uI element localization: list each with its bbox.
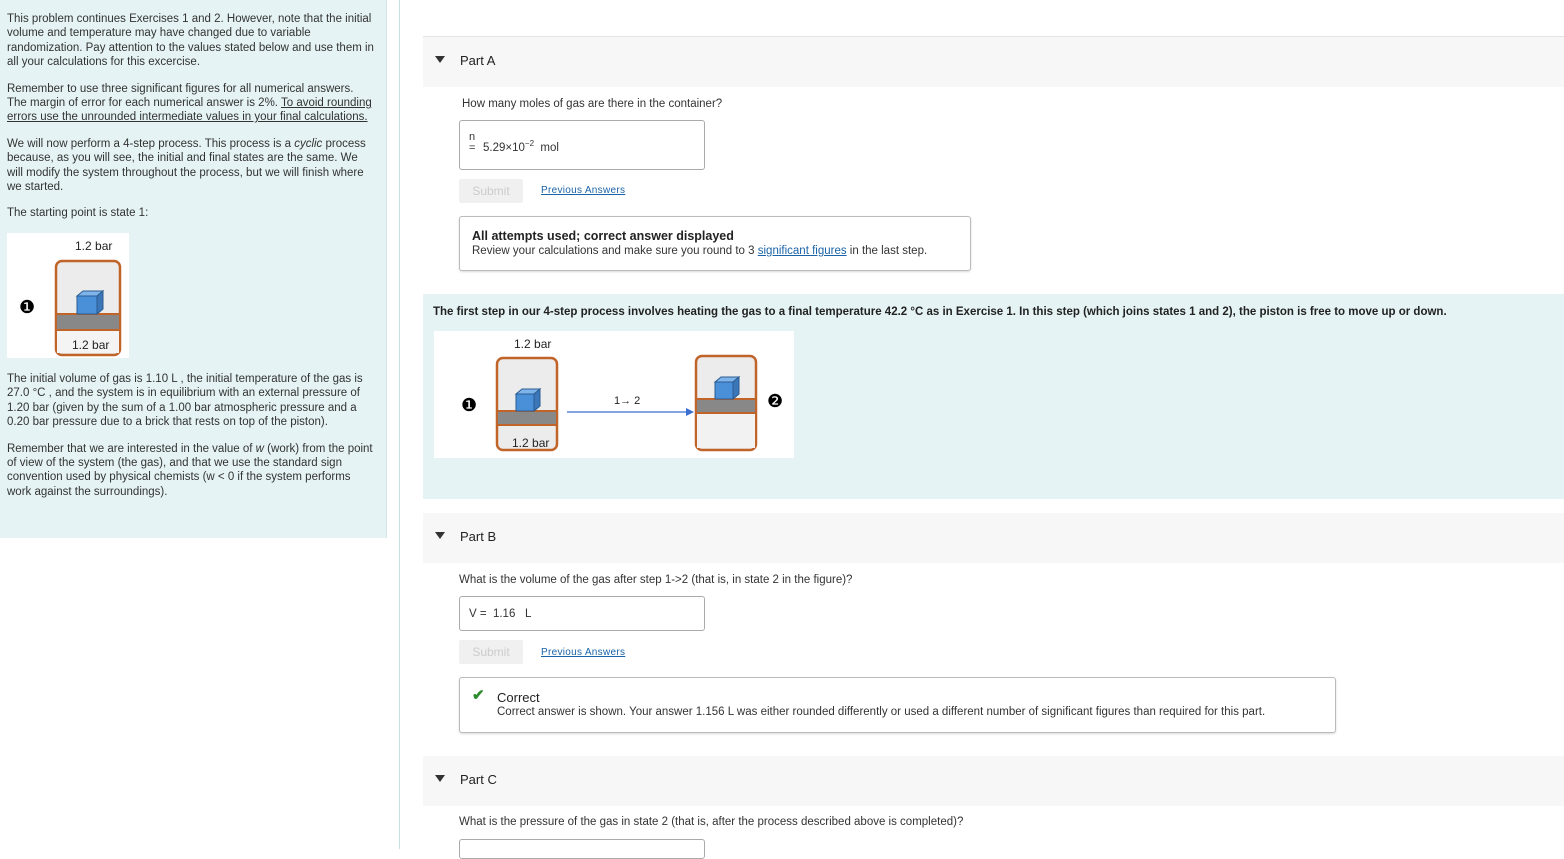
- answer-variable: n =: [469, 132, 475, 154]
- step-figure: 1.2 bar 1.2 bar 1→ 2 ❶ ❷: [434, 331, 794, 458]
- brick-state1: [515, 393, 535, 412]
- starting-point-text: The starting point is state 1:: [7, 207, 149, 220]
- intro-paragraph: This problem continues Exercises 1 and 2…: [7, 13, 374, 69]
- piston: [57, 313, 119, 330]
- collapse-icon: [435, 532, 445, 539]
- feedback-title: Correct: [497, 690, 540, 705]
- part-b-question: What is the volume of the gas after step…: [459, 574, 853, 586]
- top-pressure-label: 1.2 bar: [514, 337, 551, 351]
- check-icon: ✔: [472, 687, 485, 704]
- cyclic-word: cyclic: [294, 137, 323, 150]
- process-diagram: 1.2 bar 1.2 bar 1→ 2: [495, 337, 758, 452]
- work-symbol: w: [255, 442, 264, 455]
- part-a-title: Part A: [460, 53, 496, 68]
- feedback-body: Correct answer is shown. Your answer 1.1…: [497, 706, 1266, 718]
- part-b-title: Part B: [460, 529, 497, 544]
- part-c-header[interactable]: Part C: [423, 756, 1564, 806]
- initial-conditions-paragraph: The initial volume of gas is 1.10 L , th…: [7, 372, 363, 429]
- sig-fig-paragraph: Remember to use three significant figure…: [7, 82, 374, 125]
- part-c-answer-field[interactable]: [459, 839, 705, 859]
- answer-value: V = 1.16 L: [469, 608, 532, 620]
- part-a-answer-field[interactable]: n = 5.29×10−2 mol: [459, 120, 705, 170]
- part-c-title: Part C: [460, 772, 497, 787]
- state1-figure: 1.2 bar 1.2 bar ❶: [7, 232, 129, 358]
- piston-state2: [697, 399, 755, 413]
- equals-sign: =: [469, 142, 476, 154]
- part-a-question: How many moles of gas are there in the c…: [462, 98, 723, 110]
- panel-divider: [399, 0, 400, 849]
- problem-intro-panel: This problem continues Exercises 1 and 2…: [0, 0, 387, 538]
- cyclic-text-a: We will now perform a 4-step process. Th…: [7, 137, 295, 150]
- feedback-text-a: Review your calculations and make sure y…: [472, 245, 758, 257]
- work-sign-paragraph: Remember that we are interested in the v…: [7, 442, 374, 500]
- answer-value: 5.29×10−2 mol: [483, 139, 559, 154]
- piston-state1: [498, 411, 556, 425]
- piston-cylinder-diagram: 1.2 bar 1.2 bar: [54, 239, 122, 357]
- part-c-question: What is the pressure of the gas in state…: [459, 816, 964, 828]
- cyclic-paragraph: We will now perform a 4-step process. Th…: [7, 137, 374, 195]
- part-a-header[interactable]: Part A: [423, 37, 1564, 87]
- state1-marker: ❶: [461, 395, 478, 415]
- value-unit: mol: [540, 141, 559, 154]
- sig-figs-link[interactable]: significant figures: [758, 245, 847, 257]
- collapse-icon: [435, 775, 445, 782]
- top-pressure-label: 1.2 bar: [75, 239, 112, 253]
- work-text-a: Remember that we are interested in the v…: [7, 442, 256, 455]
- step-label: 1→ 2: [614, 395, 640, 407]
- brick: [76, 295, 98, 315]
- step-text: The first step in our 4-step process inv…: [433, 306, 1447, 318]
- collapse-icon: [435, 56, 445, 63]
- step-description: The first step in our 4-step process inv…: [423, 294, 1564, 499]
- part-a-submit-button[interactable]: Submit: [459, 179, 523, 203]
- state2-marker: ❷: [767, 391, 784, 411]
- feedback-title: All attempts used; correct answer displa…: [472, 229, 734, 243]
- brick-state2: [714, 381, 734, 400]
- bottom-pressure-label: 1.2 bar: [512, 436, 549, 450]
- bottom-pressure-label: 1.2 bar: [72, 338, 109, 352]
- feedback-text-b: in the last step.: [846, 245, 928, 257]
- value-mantissa: 5.29×10: [483, 141, 525, 154]
- part-b-submit-button[interactable]: Submit: [459, 640, 523, 664]
- part-a-previous-answers-link[interactable]: Previous Answers: [541, 185, 625, 196]
- part-b-header[interactable]: Part B: [423, 513, 1564, 563]
- value-exponent: −2: [524, 139, 535, 148]
- part-a-feedback: All attempts used; correct answer displa…: [459, 216, 971, 271]
- part-b-previous-answers-link[interactable]: Previous Answers: [541, 647, 625, 658]
- part-b-feedback: ✔ Correct Correct answer is shown. Your …: [459, 677, 1336, 733]
- part-b-answer-field[interactable]: V = 1.16 L: [459, 596, 705, 631]
- state1-marker: ❶: [19, 296, 36, 317]
- feedback-body: Review your calculations and make sure y…: [472, 245, 927, 257]
- expanded-gas: [697, 414, 755, 448]
